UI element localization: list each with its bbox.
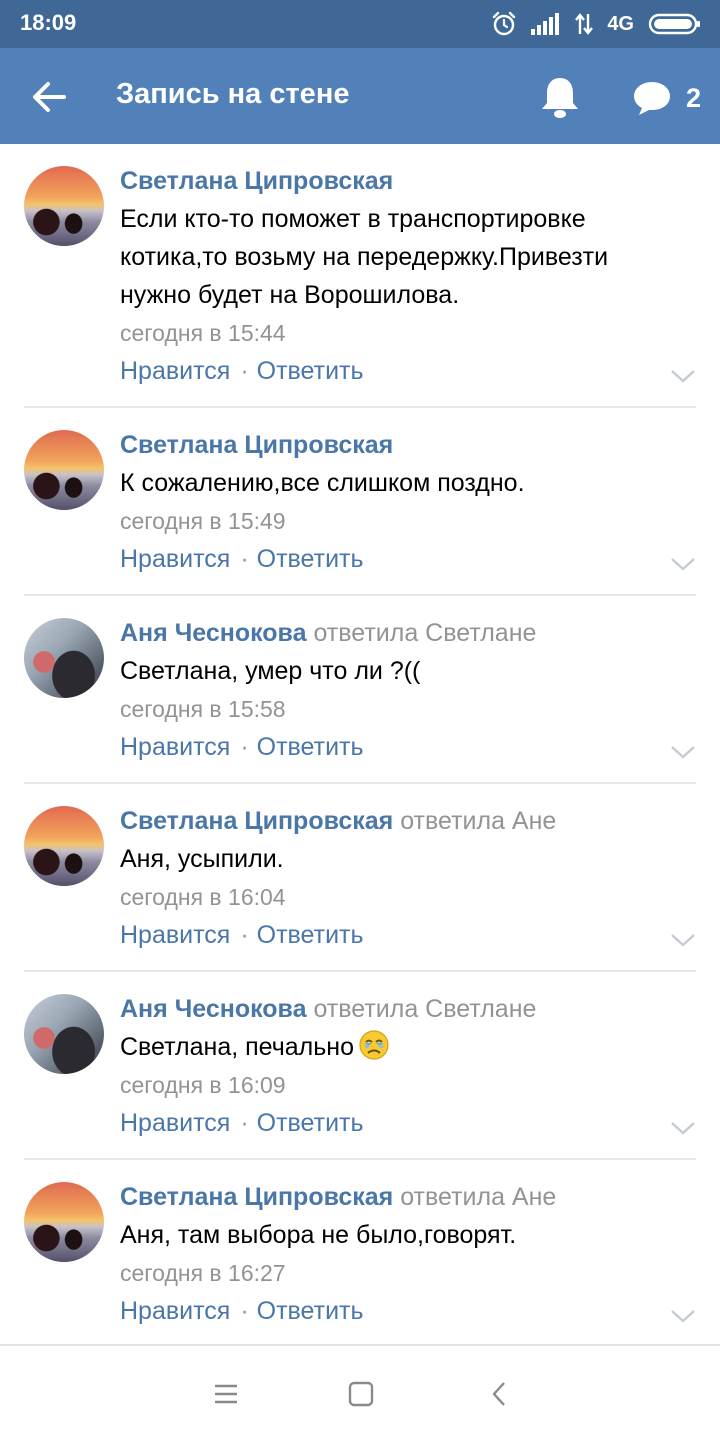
comment-time: сегодня в 16:27 [120,1260,286,1286]
comment-text: Аня, усыпили. [120,845,284,873]
menu-icon[interactable] [212,1380,240,1408]
comment-text: Если кто-то поможет в транспортировке ко… [120,205,609,309]
status-bar: 18:09 4G [0,0,720,48]
comment-time: сегодня в 16:04 [120,884,286,910]
comment-header: Светлана Ципровская ответила Ане [120,1180,696,1214]
comment-item: Светлана Ципровская К сожалению,все слиш… [24,408,696,596]
comment-header: Светлана Ципровская [120,164,696,198]
comment-actions: Нравится · Ответить [120,1104,696,1142]
reply-to-label: ответила Ане [400,807,557,835]
author-name[interactable]: Светлана Ципровская [120,807,393,835]
reply-to-label: ответила Светлане [313,619,537,647]
separator-dot: · [240,733,249,761]
status-icons: 4G [491,8,702,40]
chevron-down-icon[interactable] [670,1120,696,1136]
avatar[interactable] [24,994,104,1074]
page-title: Запись на стене [116,78,350,110]
author-name[interactable]: Аня Чеснокова [120,995,307,1023]
comments-button[interactable]: 2 [632,78,701,118]
chevron-down-icon[interactable] [670,744,696,760]
author-name[interactable]: Светлана Ципровская [120,1183,393,1211]
separator-dot: · [240,357,249,385]
crying-face-emoji-icon [359,1030,389,1060]
reply-to-label: ответила Светлане [313,995,537,1023]
comment-actions: Нравится · Ответить [120,352,696,390]
like-button[interactable]: Нравится [120,1109,230,1137]
comment-actions: Нравится · Ответить [120,916,696,954]
separator-dot: · [240,545,249,573]
comment-text: Светлана, печально [120,1028,680,1066]
chevron-down-icon[interactable] [670,556,696,572]
comment-actions: Нравится · Ответить [120,728,696,766]
comment-item: Светлана Ципровская ответила Ане Аня, та… [24,1160,696,1348]
like-button[interactable]: Нравится [120,733,230,761]
comment-time: сегодня в 16:09 [120,1072,286,1098]
reply-to-label: ответила Ане [400,1183,557,1211]
battery-icon [648,13,700,35]
comment-header: Светлана Ципровская ответила Ане [120,804,696,838]
comment-time: сегодня в 15:49 [120,508,286,534]
separator-dot: · [240,1297,249,1325]
network-type: 4G [607,12,634,35]
reply-button[interactable]: Ответить [257,1109,364,1137]
avatar[interactable] [24,166,104,246]
like-button[interactable]: Нравится [120,1297,230,1325]
system-nav-bar [0,1344,720,1440]
comment-actions: Нравится · Ответить [120,1292,696,1330]
avatar[interactable] [24,618,104,698]
comment-text: К сожалению,все слишком поздно. [120,469,525,497]
chevron-down-icon[interactable] [670,368,696,384]
comment-text-content: Светлана, печально [120,1033,354,1061]
comment-header: Светлана Ципровская [120,428,696,462]
like-button[interactable]: Нравится [120,921,230,949]
comment-header: Аня Чеснокова ответила Светлане [120,616,696,650]
comment-time: сегодня в 15:44 [120,320,286,346]
reply-button[interactable]: Ответить [257,357,364,385]
comment-item: Светлана Ципровская ответила Ане Аня, ус… [24,784,696,972]
comments-count: 2 [686,82,702,113]
comment-header: Аня Чеснокова ответила Светлане [120,992,696,1026]
square-icon[interactable] [347,1380,375,1408]
comment-text: Аня, там выбора не было,говорят. [120,1221,517,1249]
arrow-left-icon[interactable] [28,76,70,118]
status-time: 18:09 [20,10,77,35]
reply-button[interactable]: Ответить [257,733,364,761]
back-triangle-icon[interactable] [486,1380,514,1408]
data-transfer-icon [575,13,594,35]
comment-actions: Нравится · Ответить [120,540,696,578]
avatar[interactable] [24,1182,104,1262]
comment-time: сегодня в 15:58 [120,696,286,722]
reply-button[interactable]: Ответить [257,1297,364,1325]
comment-item: Аня Чеснокова ответила Светлане Светлана… [24,596,696,784]
reply-button[interactable]: Ответить [257,921,364,949]
chevron-down-icon[interactable] [670,932,696,948]
app-bar: Запись на стене 2 [0,48,720,144]
comment-item: Светлана Ципровская Если кто-то поможет … [24,144,696,408]
author-name[interactable]: Светлана Ципровская [120,431,393,459]
comment-text: Светлана, умер что ли ?(( [120,657,421,685]
bell-icon[interactable] [538,74,582,120]
reply-button[interactable]: Ответить [257,545,364,573]
avatar[interactable] [24,430,104,510]
signal-icon [531,13,560,35]
avatar[interactable] [24,806,104,886]
like-button[interactable]: Нравится [120,545,230,573]
author-name[interactable]: Аня Чеснокова [120,619,307,647]
like-button[interactable]: Нравится [120,357,230,385]
comments-feed: Светлана Ципровская Если кто-то поможет … [0,144,720,1348]
separator-dot: · [240,921,249,949]
separator-dot: · [240,1109,249,1137]
comment-item: Аня Чеснокова ответила Светлане Светлана… [24,972,696,1160]
author-name[interactable]: Светлана Ципровская [120,167,393,195]
chevron-down-icon[interactable] [670,1308,696,1324]
alarm-icon [493,11,516,36]
speech-bubble-icon [634,82,670,115]
